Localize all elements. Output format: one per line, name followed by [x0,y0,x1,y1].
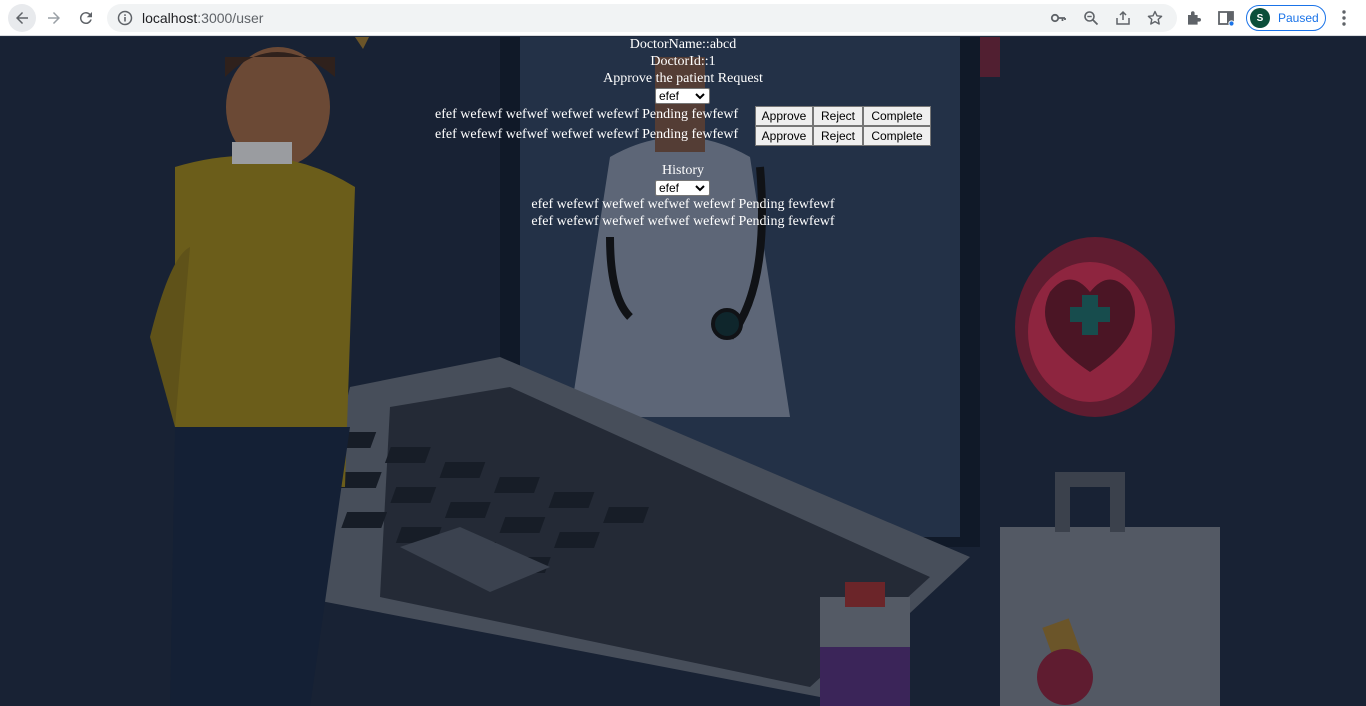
zoom-icon[interactable] [1083,10,1099,26]
reload-button[interactable] [72,4,100,32]
info-icon[interactable] [117,10,133,26]
complete-button[interactable]: Complete [863,106,931,126]
history-row: efef wefewf wefwef wefwef wefewf Pending… [531,214,835,229]
request-filter-value: efef [659,89,680,103]
doctor-id: DoctorId::1 [650,54,716,69]
url-path: :3000/user [197,10,264,26]
request-row: efef wefewf wefwef wefwef wefewf Pending… [435,126,931,146]
history-heading: History [662,163,704,178]
extensions-puzzle-icon[interactable] [1185,9,1203,27]
approve-button[interactable]: Approve [755,126,813,146]
more-menu-icon[interactable] [1336,9,1352,27]
chevron-down-icon [695,93,705,100]
complete-button[interactable]: Complete [863,126,931,146]
request-row: efef wefewf wefwef wefwef wefewf Pending… [435,106,931,126]
profile-status: Paused [1278,11,1319,25]
history-row: efef wefewf wefwef wefwef wefewf Pending… [531,197,835,212]
avatar: S [1250,8,1270,28]
url-text: localhost:3000/user [142,10,263,26]
reject-button[interactable]: Reject [813,106,863,126]
url-host: localhost [142,10,198,26]
back-button[interactable] [8,4,36,32]
doctor-name: DoctorName::abcd [629,37,737,52]
request-filter-select[interactable]: efef [655,88,710,104]
browser-toolbar: localhost:3000/user S Paused [0,0,1366,36]
bookmark-star-icon[interactable] [1147,10,1163,26]
address-bar[interactable]: localhost:3000/user [107,4,1177,32]
reload-icon [79,12,92,25]
request-row-text: efef wefewf wefwef wefwef wefewf Pending… [435,107,739,122]
arrow-right-icon [48,12,60,24]
forward-button[interactable] [40,4,68,32]
requests-heading: Approve the patient Request [603,71,763,86]
arrow-left-icon [16,12,28,24]
profile-button[interactable]: S Paused [1246,5,1326,31]
share-icon[interactable] [1115,10,1131,26]
history-filter-select[interactable]: efef [655,180,710,196]
side-panel-icon[interactable] [1217,9,1235,27]
history-filter-value: efef [659,181,680,195]
key-icon[interactable] [1050,10,1066,26]
request-row-text: efef wefewf wefwef wefwef wefewf Pending… [435,127,739,142]
approve-button[interactable]: Approve [755,106,813,126]
reject-button[interactable]: Reject [813,126,863,146]
chevron-down-icon [695,185,705,192]
